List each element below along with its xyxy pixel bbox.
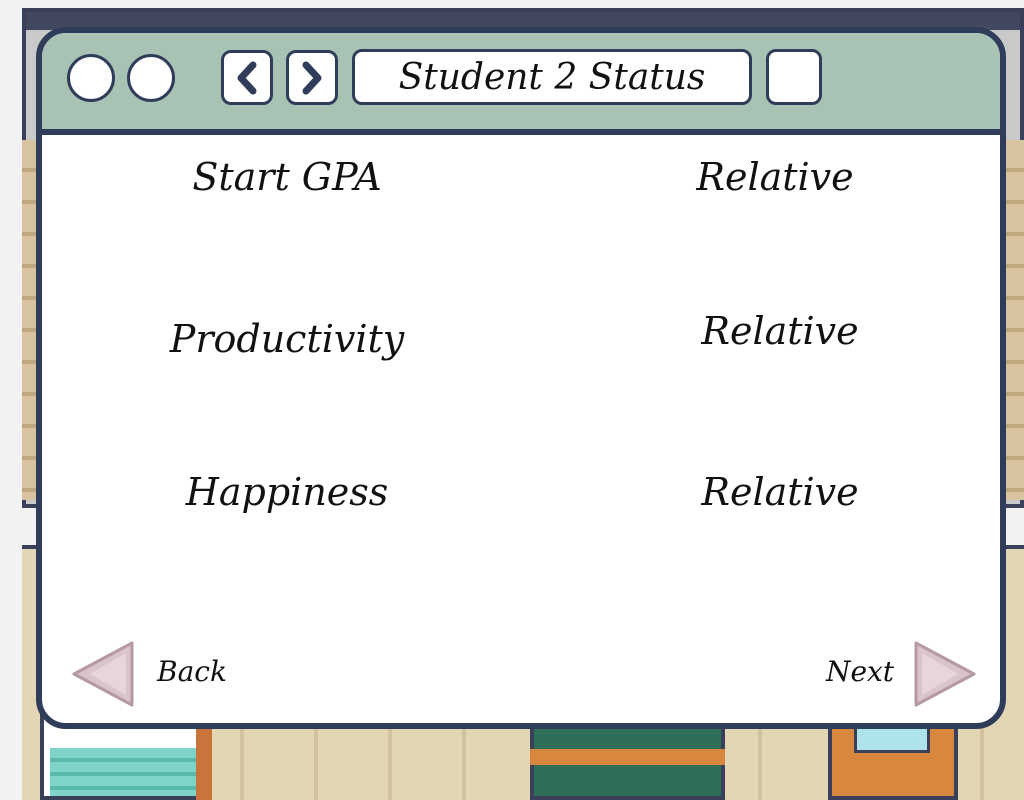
triangle-left-icon[interactable]	[70, 639, 136, 709]
window-circle-button-2[interactable]	[127, 54, 175, 102]
stat-value-productivity: Relative	[701, 309, 859, 353]
chevron-right-icon	[302, 61, 322, 94]
next-page-button[interactable]	[286, 50, 338, 105]
window-circle-button-1[interactable]	[67, 54, 115, 102]
prev-button[interactable]	[221, 50, 273, 105]
stat-value-happiness: Relative	[701, 470, 859, 514]
stat-name-happiness: Happiness	[185, 470, 389, 514]
triangle-right-icon[interactable]	[912, 639, 978, 709]
stat-name-start-gpa: Start GPA	[192, 155, 382, 199]
stat-name-productivity: Productivity	[169, 317, 405, 361]
status-window: Student 2 Status Start GPA Relative Prod…	[36, 27, 1006, 729]
window-title: Student 2 Status	[352, 49, 752, 105]
next-button-label[interactable]: Next	[826, 655, 894, 688]
chevron-left-icon	[237, 61, 257, 94]
back-button-label[interactable]: Back	[157, 655, 227, 688]
window-square-button[interactable]	[766, 49, 822, 105]
title-bar: Student 2 Status	[42, 33, 1000, 135]
stat-value-start-gpa: Relative	[696, 155, 854, 199]
